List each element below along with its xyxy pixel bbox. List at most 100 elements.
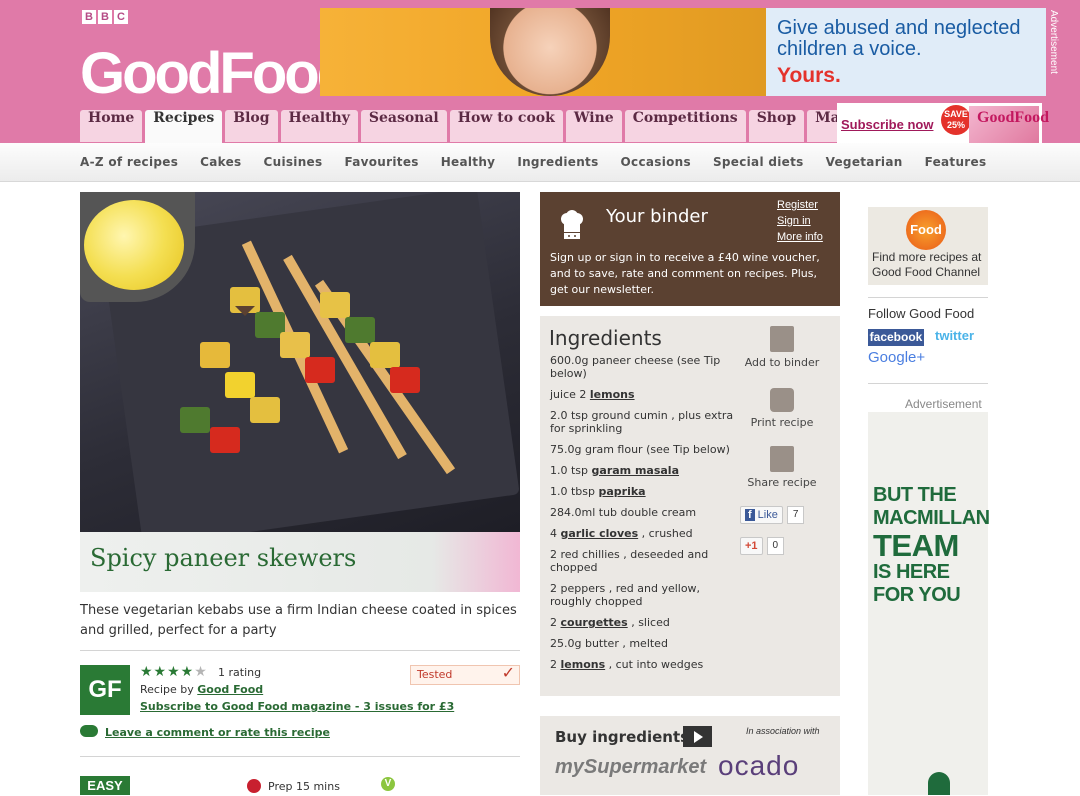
food-channel-text: Find more recipes at Good Food Channel bbox=[872, 250, 982, 279]
subnav-cakes[interactable]: Cakes bbox=[200, 155, 241, 169]
register-link[interactable]: Register bbox=[777, 197, 823, 213]
google-plus-one[interactable]: +1 0 bbox=[740, 537, 785, 555]
kebab-paneer bbox=[250, 397, 280, 423]
subscribe-promo[interactable]: Subscribe now SAVE 25% GoodFood bbox=[837, 103, 1049, 143]
ad-label: Advertisement bbox=[905, 397, 982, 411]
mac-line-1: But the Macmillan bbox=[873, 484, 990, 529]
bbc-letter: B bbox=[98, 10, 112, 24]
fb-like-count: 7 bbox=[786, 506, 805, 524]
divider bbox=[80, 756, 520, 757]
sub-nav-items: A-Z of recipes Cakes Cuisines Favourites… bbox=[80, 143, 986, 181]
tab-seasonal[interactable]: Seasonal bbox=[360, 110, 447, 142]
rating-count: 1 rating bbox=[218, 666, 262, 679]
chef-hat-icon bbox=[561, 210, 583, 239]
macmillan-ad[interactable]: But the Macmillan Team is here for you bbox=[868, 412, 990, 795]
lemon-wedges bbox=[84, 200, 184, 290]
more-info-link[interactable]: More info bbox=[777, 229, 823, 245]
mysupermarket-logo[interactable]: mySupermarket bbox=[555, 756, 706, 779]
mac-line-2: Team bbox=[873, 528, 959, 563]
ingredient-link[interactable]: garam masala bbox=[592, 464, 679, 477]
subnav-vegetarian[interactable]: Vegetarian bbox=[826, 155, 903, 169]
ingredients-title: Ingredients bbox=[549, 326, 662, 350]
subnav-favourites[interactable]: Favourites bbox=[344, 155, 418, 169]
tab-recipes[interactable]: Recipes bbox=[145, 110, 223, 144]
tab-how-to-cook[interactable]: How to cook bbox=[449, 110, 563, 142]
binder-title: Your binder bbox=[606, 206, 708, 227]
ingredients-panel: Ingredients 600.0g paneer cheese (see Ti… bbox=[540, 316, 840, 696]
add-binder-icon bbox=[770, 326, 794, 352]
ingredient-text: 2 red chillies , deseeded and chopped bbox=[550, 548, 709, 574]
subscribe-magazine-link[interactable]: Subscribe to Good Food magazine - 3 issu… bbox=[140, 700, 454, 713]
ingredient-link[interactable]: paprika bbox=[599, 485, 646, 498]
recipe-by: Recipe by Good Food bbox=[140, 683, 263, 696]
bbc-logo[interactable]: B B C bbox=[82, 0, 128, 34]
ingredient-item: 2 lemons , cut into wedges bbox=[550, 658, 740, 671]
kebab-paneer bbox=[200, 342, 230, 368]
tab-competitions[interactable]: Competitions bbox=[624, 110, 746, 142]
subnav-cuisines[interactable]: Cuisines bbox=[264, 155, 323, 169]
stars-filled: ★★★★ bbox=[140, 664, 195, 680]
leave-comment-link[interactable]: Leave a comment or rate this recipe bbox=[105, 726, 330, 739]
ad-banner[interactable]: Give abused and neglected children a voi… bbox=[320, 8, 1046, 96]
tab-home[interactable]: Home bbox=[80, 110, 143, 142]
ingredient-link[interactable]: garlic cloves bbox=[561, 527, 639, 540]
subnav-ingredients[interactable]: Ingredients bbox=[517, 155, 598, 169]
subnav-special-diets[interactable]: Special diets bbox=[713, 155, 804, 169]
tab-blog[interactable]: Blog bbox=[225, 110, 278, 142]
tab-shop[interactable]: Shop bbox=[748, 110, 805, 142]
gplus-count: 0 bbox=[766, 537, 785, 555]
google-plus-link[interactable]: Google+ bbox=[868, 349, 925, 366]
magazine-name: GoodFood bbox=[977, 109, 1050, 126]
kebab-courgette bbox=[345, 317, 375, 343]
clock-icon bbox=[247, 779, 261, 793]
binder-links: Register Sign in More info bbox=[777, 197, 823, 245]
play-icon[interactable] bbox=[683, 726, 712, 747]
bbc-letter: C bbox=[114, 10, 128, 24]
ingredient-text: 2 peppers , red and yellow, roughly chop… bbox=[550, 582, 701, 608]
tab-wine[interactable]: Wine bbox=[565, 110, 622, 142]
buy-ingredients-panel: Buy ingredients In association with mySu… bbox=[540, 716, 840, 795]
fb-like-button[interactable]: f Like bbox=[740, 506, 783, 524]
subnav-features[interactable]: Features bbox=[925, 155, 987, 169]
recipe-title: Spicy paneer skewers bbox=[90, 544, 357, 572]
ingredient-note: , sliced bbox=[627, 616, 670, 629]
print-recipe-button[interactable]: Print recipe bbox=[737, 388, 827, 429]
ingredient-note: , cut into wedges bbox=[605, 658, 704, 671]
kebab-pepper bbox=[210, 427, 240, 453]
subscribe-now-link[interactable]: Subscribe now bbox=[841, 117, 933, 132]
subnav-a-z[interactable]: A-Z of recipes bbox=[80, 155, 178, 169]
facebook-like[interactable]: f Like 7 bbox=[740, 506, 805, 524]
ingredient-text: 1.0 tsp bbox=[550, 464, 592, 477]
gplus-button[interactable]: +1 bbox=[740, 537, 763, 555]
food-channel-promo[interactable]: Food Find more recipes at Good Food Chan… bbox=[868, 207, 988, 285]
association-label: In association with bbox=[746, 726, 820, 736]
goodfood-logo[interactable]: GoodFood bbox=[80, 42, 352, 106]
ingredient-link[interactable]: lemons bbox=[561, 658, 606, 671]
subnav-healthy[interactable]: Healthy bbox=[441, 155, 496, 169]
ingredient-text: juice 2 bbox=[550, 388, 590, 401]
twitter-link[interactable]: twitter bbox=[935, 328, 974, 343]
ingredient-item: 2 peppers , red and yellow, roughly chop… bbox=[550, 582, 740, 608]
tested-badge: Tested ✓ bbox=[410, 664, 520, 685]
ingredient-item: 2.0 tsp ground cumin , plus extra for sp… bbox=[550, 409, 740, 435]
ingredient-item: 1.0 tbsp paprika bbox=[550, 485, 740, 498]
ingredient-link[interactable]: lemons bbox=[590, 388, 635, 401]
printer-icon bbox=[770, 388, 794, 412]
rating-stars[interactable]: ★★★★★ bbox=[140, 664, 208, 680]
facebook-link[interactable]: facebook bbox=[868, 329, 924, 346]
recipe-intro: These vegetarian kebabs use a firm India… bbox=[80, 603, 517, 638]
macmillan-logo bbox=[928, 772, 950, 795]
subnav-occasions[interactable]: Occasions bbox=[621, 155, 691, 169]
bbc-letter: B bbox=[82, 10, 96, 24]
add-to-binder-button[interactable]: Add to binder bbox=[737, 326, 827, 369]
share-icon bbox=[770, 446, 794, 472]
buy-ingredients-title: Buy ingredients bbox=[555, 728, 690, 746]
tab-healthy[interactable]: Healthy bbox=[280, 110, 358, 142]
share-recipe-button[interactable]: Share recipe bbox=[737, 446, 827, 489]
sign-in-link[interactable]: Sign in bbox=[777, 213, 823, 229]
ocado-logo[interactable]: ocado bbox=[718, 750, 799, 782]
ingredient-link[interactable]: courgettes bbox=[561, 616, 628, 629]
ingredient-text: 75.0g gram flour (see Tip below) bbox=[550, 443, 730, 456]
author-link[interactable]: Good Food bbox=[197, 683, 263, 696]
add-to-binder-label: Add to binder bbox=[744, 356, 820, 369]
